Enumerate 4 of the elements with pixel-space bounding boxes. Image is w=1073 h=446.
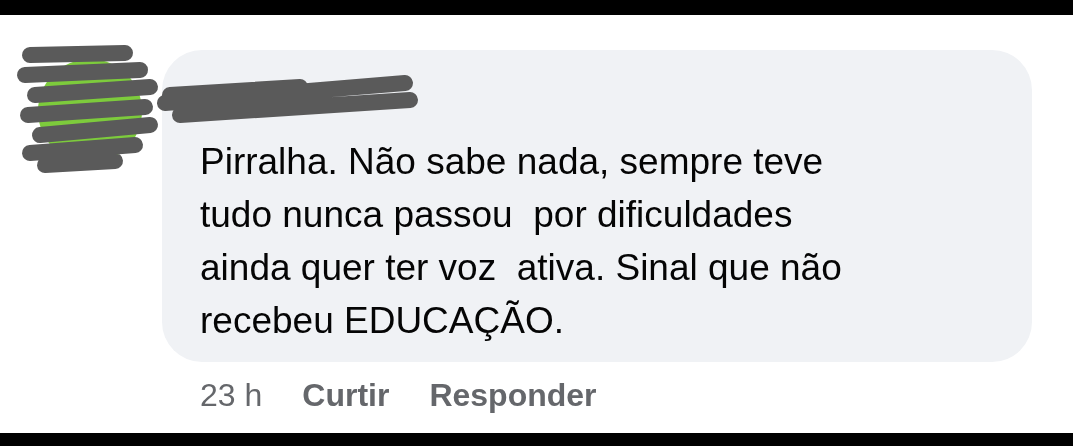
comment-text: Pirralha. Não sabe nada, sempre teve tudo nunca passou por dificuldades ainda quer ter voz ativa. Sinal que não recebeu EDUCAÇÃO. (200, 140, 843, 343)
comment-action-link[interactable]: Curtir (302, 377, 390, 414)
comment-action-link[interactable]: Responder (429, 377, 597, 414)
timestamp: 23 h (200, 377, 263, 414)
